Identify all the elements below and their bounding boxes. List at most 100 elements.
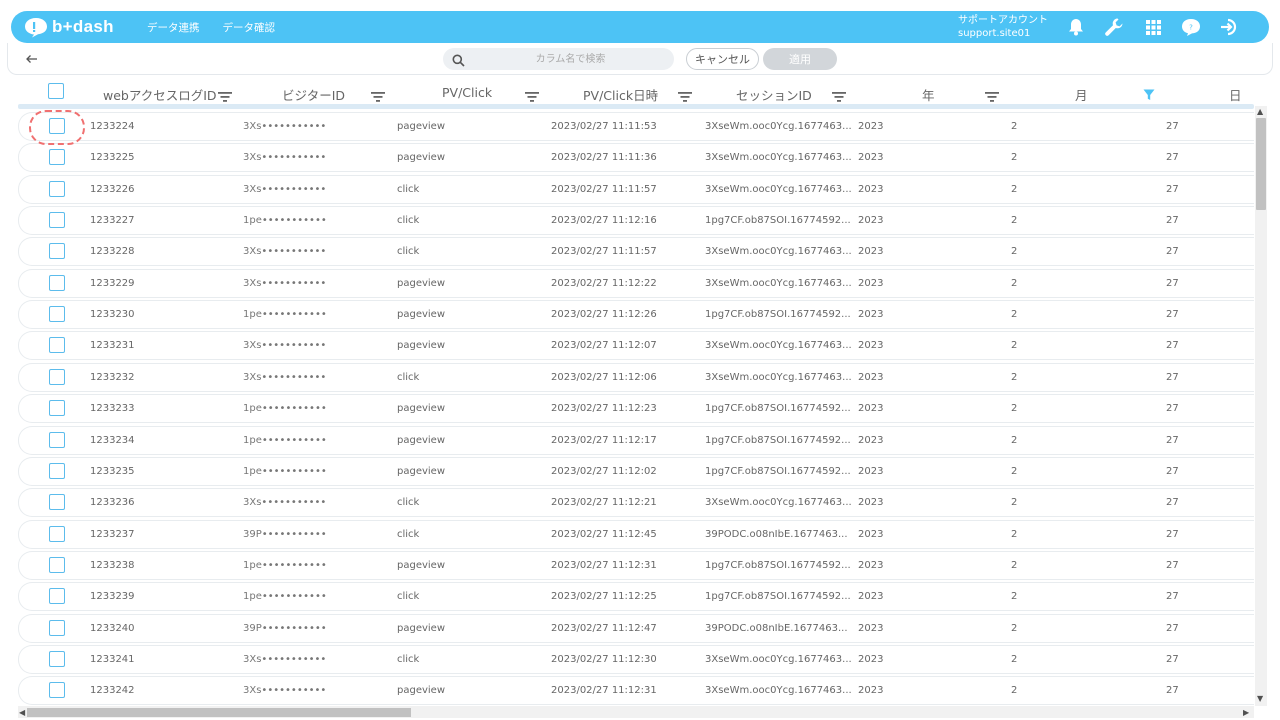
- apply-button[interactable]: 適用: [763, 48, 837, 70]
- grid-icon[interactable]: [1142, 17, 1164, 37]
- cell-year: 2023: [858, 340, 884, 352]
- row-checkbox[interactable]: [49, 337, 65, 354]
- row-checkbox[interactable]: [49, 306, 65, 323]
- cell-visitor-id: 39P•••••••••••: [243, 528, 327, 540]
- scroll-right-arrow-icon[interactable]: ▶: [1243, 708, 1249, 717]
- row-checkbox[interactable]: [49, 400, 65, 417]
- column-search[interactable]: [443, 48, 674, 70]
- table-row[interactable]: 1233234 1pe••••••••••• pageview 2023/02/27 …: [18, 425, 1254, 455]
- table-row[interactable]: 1233225 3Xs••••••••••• pageview 2023/02/27 …: [18, 143, 1254, 173]
- table-row[interactable]: 1233229 3Xs••••••••••• pageview 2023/02/27 …: [18, 268, 1254, 298]
- scroll-up-arrow-icon[interactable]: ▲: [1257, 107, 1263, 116]
- table-row[interactable]: 1233242 3Xs••••••••••• pageview 2023/02/27 …: [18, 676, 1254, 706]
- cell-pv-click: pageview: [397, 559, 446, 571]
- cell-visitor-id: 1pe•••••••••••: [243, 559, 327, 571]
- column-header-access-log-id[interactable]: webアクセスログID: [103, 85, 217, 104]
- scroll-left-arrow-icon[interactable]: ◀: [19, 708, 25, 717]
- row-checkbox[interactable]: [49, 462, 65, 479]
- row-checkbox[interactable]: [49, 650, 65, 667]
- cell-day: 27: [1166, 152, 1179, 164]
- row-checkbox[interactable]: [49, 212, 65, 229]
- cell-month: 2: [1011, 591, 1018, 603]
- wrench-icon[interactable]: [1103, 17, 1125, 37]
- row-checkbox[interactable]: [49, 525, 65, 542]
- table-row[interactable]: 1233236 3Xs••••••••••• click 2023/02/27 11:…: [18, 488, 1254, 518]
- cell-datetime: 2023/02/27 11:12:21: [551, 497, 657, 509]
- table-row[interactable]: 1233240 39P••••••••••• pageview 2023/02/27 …: [18, 613, 1254, 643]
- cell-day: 27: [1166, 685, 1179, 697]
- cell-session-id: 3XseWm.ooc0Ycg.1677463...: [705, 183, 852, 195]
- back-arrow-icon[interactable]: [24, 51, 40, 67]
- cell-access-log-id: 1233236: [90, 497, 135, 509]
- cell-year: 2023: [858, 277, 884, 289]
- account-id: support.site01: [958, 28, 1031, 39]
- column-header-year[interactable]: 年: [922, 85, 935, 104]
- cell-month: 2: [1011, 121, 1018, 132]
- table-row[interactable]: 1233232 3Xs••••••••••• click 2023/02/27 11:…: [18, 362, 1254, 392]
- horizontal-scrollbar-thumb[interactable]: [27, 708, 411, 717]
- table-row[interactable]: 1233237 39P••••••••••• click 2023/02/27 11:…: [18, 519, 1254, 549]
- table-row[interactable]: 1233228 3Xs••••••••••• click 2023/02/27 11:…: [18, 237, 1254, 267]
- table-row[interactable]: 1233224 3Xs••••••••••• pageview 2023/02/27 …: [18, 112, 1254, 141]
- cell-session-id: 1pg7CF.ob87SOI.16774592...: [705, 465, 851, 477]
- search-icon: [452, 52, 465, 71]
- app-logo[interactable]: b+dash: [24, 16, 124, 38]
- cell-day: 27: [1166, 622, 1179, 634]
- row-checkbox[interactable]: [49, 588, 65, 605]
- vertical-scrollbar-thumb[interactable]: [1256, 118, 1266, 210]
- cell-visitor-id: 3Xs•••••••••••: [243, 246, 327, 258]
- row-checkbox[interactable]: [49, 431, 65, 448]
- header-divider: [18, 104, 1254, 109]
- cell-datetime: 2023/02/27 11:12:26: [551, 309, 657, 321]
- table-row[interactable]: 1233233 1pe••••••••••• pageview 2023/02/27 …: [18, 394, 1254, 424]
- row-checkbox[interactable]: [49, 494, 65, 511]
- column-header-visitor-id[interactable]: ビジターID: [282, 85, 345, 104]
- nav-data-check[interactable]: データ確認: [223, 20, 276, 35]
- funnel-icon[interactable]: [1143, 86, 1155, 105]
- row-checkbox[interactable]: [49, 368, 65, 385]
- row-checkbox[interactable]: [49, 274, 65, 291]
- column-header-month[interactable]: 月: [1075, 85, 1088, 104]
- cell-day: 27: [1166, 403, 1179, 415]
- logout-icon[interactable]: [1218, 17, 1240, 37]
- table-row[interactable]: 1233241 3Xs••••••••••• click 2023/02/27 11:…: [18, 644, 1254, 674]
- cell-month: 2: [1011, 528, 1018, 540]
- account-info[interactable]: サポートアカウント support.site01: [958, 14, 1048, 40]
- table-row[interactable]: 1233226 3Xs••••••••••• click 2023/02/27 11:…: [18, 174, 1254, 204]
- cell-visitor-id: 39P•••••••••••: [243, 622, 327, 634]
- chat-icon[interactable]: ?: [1180, 17, 1202, 37]
- logo-text: b+dash: [52, 17, 114, 36]
- table-row[interactable]: 1233227 1pe••••••••••• click 2023/02/27 11:…: [18, 206, 1254, 236]
- scroll-down-arrow-icon[interactable]: ▼: [1257, 694, 1263, 703]
- cancel-button[interactable]: キャンセル: [686, 48, 759, 70]
- cell-session-id: 1pg7CF.ob87SOI.16774592...: [705, 591, 851, 603]
- cell-visitor-id: 3Xs•••••••••••: [243, 121, 327, 132]
- table-row[interactable]: 1233230 1pe••••••••••• pageview 2023/02/27 …: [18, 300, 1254, 330]
- column-header-session-id[interactable]: セッションID: [736, 85, 812, 104]
- cell-visitor-id: 3Xs•••••••••••: [243, 685, 327, 697]
- row-checkbox[interactable]: [49, 556, 65, 573]
- row-checkbox[interactable]: [49, 243, 65, 260]
- table-row[interactable]: 1233239 1pe••••••••••• click 2023/02/27 11:…: [18, 582, 1254, 612]
- cell-access-log-id: 1233231: [90, 340, 135, 352]
- cell-datetime: 2023/02/27 11:12:45: [551, 528, 657, 540]
- table-row[interactable]: 1233235 1pe••••••••••• pageview 2023/02/27 …: [18, 456, 1254, 486]
- search-input[interactable]: [473, 50, 668, 68]
- row-checkbox[interactable]: [49, 619, 65, 636]
- table-header: webアクセスログID ビジターID PV/Click PV/Click日時 セ…: [0, 78, 1254, 106]
- cell-year: 2023: [858, 685, 884, 697]
- cell-datetime: 2023/02/27 11:12:23: [551, 403, 657, 415]
- bell-icon[interactable]: [1065, 17, 1087, 37]
- column-header-day[interactable]: 日: [1229, 85, 1242, 104]
- table-row[interactable]: 1233231 3Xs••••••••••• pageview 2023/02/27 …: [18, 331, 1254, 361]
- select-all-checkbox[interactable]: [48, 83, 64, 99]
- cell-year: 2023: [858, 183, 884, 195]
- nav-data-integration[interactable]: データ連携: [147, 20, 200, 35]
- column-header-pv-click[interactable]: PV/Click: [442, 85, 492, 100]
- row-checkbox[interactable]: [49, 682, 65, 699]
- row-checkbox[interactable]: [49, 149, 65, 166]
- column-header-pv-click-datetime[interactable]: PV/Click日時: [583, 85, 658, 104]
- row-checkbox[interactable]: [49, 180, 65, 197]
- table-row[interactable]: 1233238 1pe••••••••••• pageview 2023/02/27 …: [18, 550, 1254, 580]
- cell-access-log-id: 1233227: [90, 215, 135, 227]
